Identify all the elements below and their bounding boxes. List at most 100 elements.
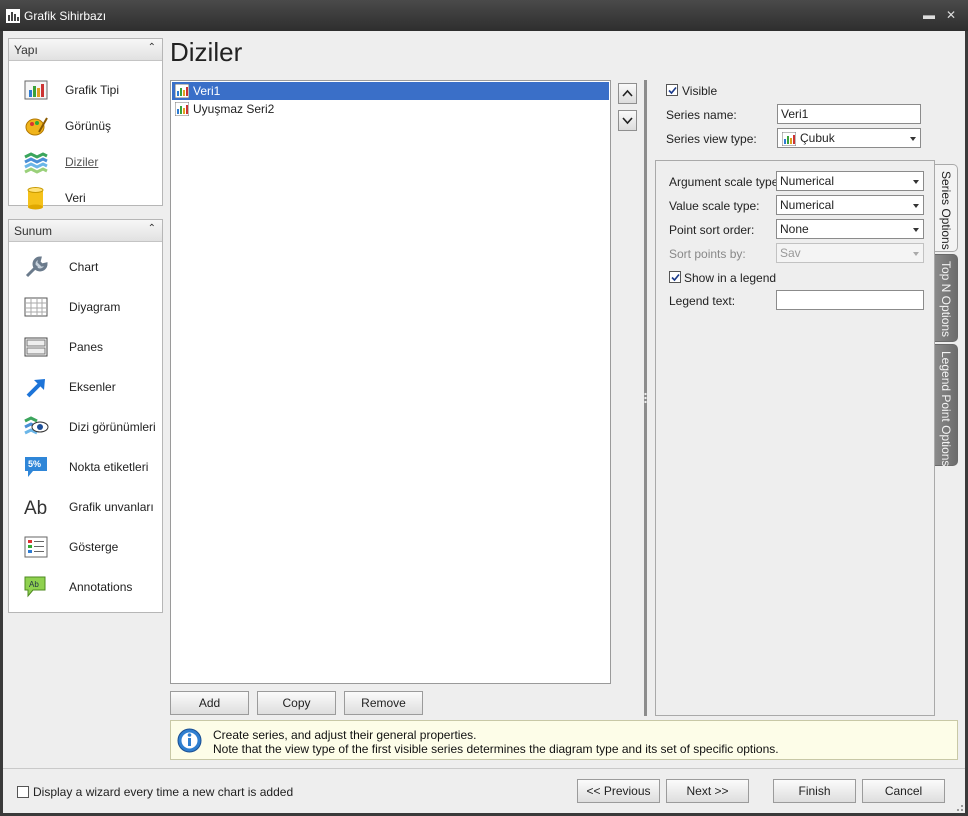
- svg-text:Ab: Ab: [29, 580, 39, 589]
- nav-item-eksenler[interactable]: Eksenler: [9, 369, 162, 405]
- chevron-down-icon: [622, 117, 633, 125]
- close-icon[interactable]: ✕: [944, 8, 958, 22]
- info-icon: [177, 728, 202, 753]
- nav-group-sunum: Sunum ⌃ Chart Diyagram Panes Eksenler Di…: [8, 219, 163, 613]
- window-title: Grafik Sihirbazı: [24, 9, 107, 23]
- legend-text-label: Legend text:: [669, 294, 736, 308]
- nav-item-panes[interactable]: Panes: [9, 329, 162, 365]
- sort-by-label: Sort points by:: [669, 247, 746, 261]
- dropdown-arrow-icon: [913, 252, 919, 256]
- nav-item-label: Grafik Tipi: [65, 83, 120, 97]
- nav-item-diziler[interactable]: Diziler: [9, 144, 162, 180]
- minimize-icon[interactable]: ▬: [922, 8, 936, 22]
- axes-arrow-icon: [26, 379, 45, 398]
- nav-item-label: Diziler: [65, 155, 99, 169]
- window-titlebar[interactable]: Grafik Sihirbazı ▬ ✕: [0, 0, 968, 31]
- nav-item-grafik-tipi[interactable]: Grafik Tipi: [9, 72, 162, 108]
- dropdown-arrow-icon: [910, 137, 916, 141]
- appearance-palette-icon: [25, 117, 48, 136]
- series-item-label: Veri1: [193, 84, 221, 98]
- tab-label: Series Options: [939, 171, 953, 250]
- splitter-grip-icon: [644, 393, 647, 403]
- nav-item-label: Nokta etiketleri: [69, 460, 149, 474]
- visible-label: Visible: [682, 84, 718, 98]
- nav-group-header[interactable]: Sunum ⌃: [9, 220, 162, 242]
- diagram-grid-icon: [24, 297, 48, 317]
- view-type-label: Series view type:: [666, 132, 757, 146]
- footer-divider: [3, 768, 965, 769]
- nav-item-grafik-unvanlari[interactable]: Ab Grafik unvanları: [9, 489, 162, 525]
- svg-text:5%: 5%: [28, 459, 41, 469]
- sort-by-dropdown: Sav: [776, 243, 924, 263]
- value-scale-dropdown[interactable]: Numerical: [776, 195, 924, 215]
- move-down-button[interactable]: [618, 110, 637, 131]
- nav-group-header[interactable]: Yapı ⌃: [9, 39, 162, 61]
- legend-icon: [24, 536, 48, 558]
- view-type-value: Çubuk: [800, 131, 835, 145]
- collapse-chevron-icon[interactable]: ⌃: [148, 42, 156, 53]
- info-text-line1: Create series, and adjust their general …: [213, 728, 477, 742]
- svg-text:Ab: Ab: [24, 498, 47, 519]
- move-up-button[interactable]: [618, 83, 637, 104]
- bar-series-icon: [175, 84, 189, 98]
- nav-group-yapi: Yapı ⌃ Grafik Tipi Görünüş Diziler Veri: [8, 38, 163, 210]
- value-scale-label: Value scale type:: [669, 199, 760, 213]
- copy-series-button[interactable]: Copy: [257, 691, 336, 715]
- dropdown-arrow-icon: [913, 228, 919, 232]
- nav-item-diyagram[interactable]: Diyagram: [9, 289, 162, 325]
- point-sort-label: Point sort order:: [669, 223, 755, 237]
- series-icon: [24, 152, 48, 174]
- nav-item-gorunus[interactable]: Görünüş: [9, 108, 162, 144]
- point-sort-dropdown[interactable]: None: [776, 219, 924, 239]
- nav-item-veri[interactable]: Veri: [9, 180, 162, 216]
- nav-item-nokta-etiketleri[interactable]: 5% Nokta etiketleri: [9, 449, 162, 485]
- chart-type-icon: [24, 80, 48, 100]
- chart-titles-icon: Ab: [24, 498, 47, 519]
- nav-item-label: Diyagram: [69, 300, 121, 314]
- nav-item-label: Dizi görünümleri: [69, 420, 156, 434]
- nav-item-label: Gösterge: [69, 540, 119, 554]
- dropdown-arrow-icon: [913, 204, 919, 208]
- nav-item-annotations[interactable]: Ab Annotations: [9, 569, 162, 605]
- show-in-legend-checkbox[interactable]: [669, 271, 681, 283]
- wizard-client-area: Yapı ⌃ Grafik Tipi Görünüş Diziler Veri …: [3, 31, 965, 813]
- series-list-item[interactable]: Uyuşmaz Seri2: [172, 100, 609, 118]
- tab-top-n-options[interactable]: Top N Options: [935, 254, 958, 342]
- info-text-line2: Note that the view type of the first vis…: [213, 742, 779, 756]
- dropdown-arrow-icon: [913, 180, 919, 184]
- series-list[interactable]: Veri1 Uyuşmaz Seri2: [170, 80, 611, 684]
- show-in-legend-label: Show in a legend: [684, 271, 777, 285]
- remove-series-button[interactable]: Remove: [344, 691, 423, 715]
- point-sort-value: None: [780, 222, 809, 236]
- panes-icon: [24, 337, 48, 357]
- wrench-icon: [25, 256, 48, 278]
- nav-item-label: Panes: [69, 340, 104, 354]
- tab-legend-point-options[interactable]: Legend Point Options: [935, 344, 958, 466]
- nav-item-label: Görünüş: [65, 119, 112, 133]
- view-type-dropdown[interactable]: Çubuk: [777, 128, 921, 148]
- value-scale-value: Numerical: [780, 198, 835, 212]
- previous-button[interactable]: << Previous: [577, 779, 660, 803]
- visible-checkbox[interactable]: [666, 84, 678, 96]
- nav-item-label: Veri: [65, 191, 86, 205]
- point-labels-icon: 5%: [25, 457, 47, 477]
- nav-item-dizi-gorunumleri[interactable]: Dizi görünümleri: [9, 409, 162, 445]
- legend-text-input[interactable]: [776, 290, 924, 310]
- data-cylinder-icon: [27, 187, 44, 210]
- series-name-label: Series name:: [666, 108, 737, 122]
- cancel-button[interactable]: Cancel: [862, 779, 945, 803]
- argument-scale-dropdown[interactable]: Numerical: [776, 171, 924, 191]
- series-list-item[interactable]: Veri1: [172, 82, 609, 100]
- tab-series-options[interactable]: Series Options: [935, 164, 958, 252]
- next-button[interactable]: Next >>: [666, 779, 749, 803]
- series-name-input[interactable]: Veri1: [777, 104, 921, 124]
- nav-item-label: Chart: [69, 260, 99, 274]
- finish-button[interactable]: Finish: [773, 779, 856, 803]
- show-wizard-checkbox[interactable]: [17, 786, 29, 798]
- show-wizard-label: Display a wizard every time a new chart …: [33, 785, 294, 799]
- resize-grip-icon[interactable]: [953, 801, 963, 811]
- add-series-button[interactable]: Add: [170, 691, 249, 715]
- nav-item-gosterge[interactable]: Gösterge: [9, 529, 162, 565]
- nav-item-chart[interactable]: Chart: [9, 249, 162, 285]
- collapse-chevron-icon[interactable]: ⌃: [148, 223, 156, 234]
